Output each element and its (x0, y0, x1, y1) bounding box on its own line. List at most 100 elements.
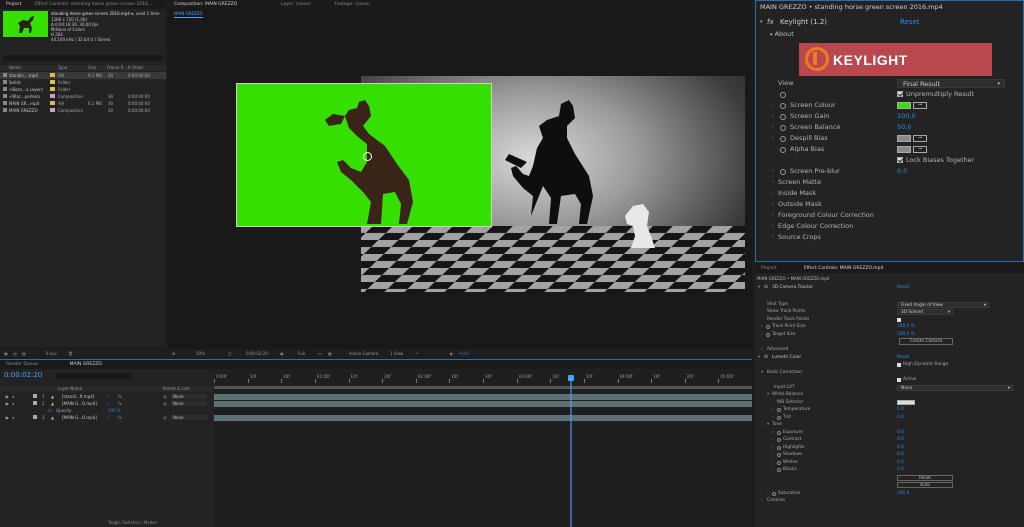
tone-0-row[interactable]: › Exposure 0,0 (755, 429, 1024, 437)
label-color-swatch[interactable] (50, 87, 55, 91)
stopwatch-icon[interactable] (777, 453, 781, 457)
project-item[interactable]: <Bezn...a Layers Folder (0, 86, 166, 93)
tone-row[interactable]: ▾ Tone (755, 421, 1024, 429)
fx-switch-icon[interactable]: fx (118, 393, 122, 400)
label-swatch[interactable] (33, 415, 37, 419)
parent-pickwhip-icon[interactable]: @ (163, 414, 167, 421)
color-swatch[interactable] (897, 135, 911, 142)
parent-pickwhip-icon[interactable]: @ (163, 400, 167, 407)
ec-row[interactable]: › Screen Colour ⊸ (756, 100, 1023, 111)
eye-icon[interactable]: ◉ (5, 393, 9, 400)
expand-arrow-icon[interactable]: › (772, 166, 774, 177)
ec-row-value[interactable]: 50,0 (897, 122, 911, 133)
ec-row[interactable]: › Screen Gain 100,0 (756, 111, 1023, 122)
expand-arrow-icon[interactable]: › (772, 133, 774, 144)
timeline-ruler[interactable]: 0:00f 10f 20f 01:00f 10f 20f 02:00f 10f 20f 03:00… (214, 374, 752, 384)
stopwatch-icon[interactable] (777, 408, 781, 412)
auto-button[interactable]: Auto (897, 481, 953, 488)
target-size-row[interactable]: › Target Size 100,0 % (755, 331, 1024, 339)
reset-button[interactable]: Reset (897, 474, 953, 481)
stopwatch-icon[interactable] (780, 169, 786, 175)
ec-row[interactable]: › Foreground Colour Correction (756, 210, 1023, 221)
ec2-value[interactable]: 100,0 % (897, 323, 915, 331)
shot-type-dropdown[interactable]: Fixed Angle of View ▾ (897, 301, 989, 308)
ec2-value[interactable]: 0,0 (897, 459, 904, 467)
label-swatch[interactable] (33, 394, 37, 398)
hdr-row[interactable]: High Dynamic Range (755, 361, 1024, 369)
switch-icon[interactable]: ⁄ (108, 414, 109, 421)
ec2-value[interactable]: 100,0 % (897, 331, 915, 339)
stopwatch-icon[interactable]: ◷ (48, 407, 52, 414)
transparency-grid-icon[interactable]: ▦ (328, 349, 332, 358)
col-frame-rate[interactable]: Frame R... (107, 65, 127, 71)
expand-arrow-icon[interactable]: › (761, 346, 763, 354)
wb-eyedropper-icon[interactable] (897, 399, 915, 405)
ec-row[interactable]: › Despill Bias ⊸ (756, 133, 1023, 144)
checkbox[interactable] (897, 91, 903, 97)
stopwatch-icon[interactable] (780, 147, 786, 153)
expand-arrow-icon[interactable]: › (761, 331, 763, 339)
stopwatch-icon[interactable] (777, 460, 781, 465)
stopwatch-icon[interactable] (777, 430, 781, 435)
timeline-timecode[interactable]: 0:00:02:20 (4, 371, 42, 380)
stopwatch-icon[interactable] (780, 103, 786, 109)
checkbox[interactable] (897, 363, 901, 367)
fast-preview-icon[interactable]: ⚡ (416, 349, 419, 358)
wb-selector-row[interactable]: WB Selector (755, 399, 1024, 407)
ec2-value[interactable]: 0,0 (897, 466, 904, 474)
eyedropper-icon[interactable]: ⊸ (913, 146, 927, 153)
project-search-input[interactable] (3, 55, 163, 61)
expand-arrow-icon[interactable]: › (772, 414, 774, 422)
expand-arrow-icon[interactable]: › (772, 429, 774, 437)
input-lut-dropdown[interactable]: None ▾ (897, 384, 1013, 391)
ec2-value[interactable]: Reset (897, 354, 909, 362)
zoom-dropdown[interactable]: 50% (196, 349, 205, 358)
col-layer-name[interactable]: Layer Name (58, 386, 82, 392)
tab-footage[interactable]: Footage: (none) (328, 0, 376, 9)
timeline-layer-row[interactable]: ◉ ◂ 3 ▲ [MAIN G...O.mp4] ⁄ fx @ None (0, 414, 213, 421)
project-item[interactable]: MAIN GREZZO Composition 30 0:00:00:00 (0, 107, 166, 114)
track-point-size-row[interactable]: › Track Point Size 100,0 % (755, 323, 1024, 331)
fx-icon[interactable]: fx (767, 17, 774, 28)
ec2-value[interactable]: High Dynamic Range (903, 361, 948, 369)
anchor-point-icon[interactable] (363, 152, 372, 161)
expand-arrow-icon[interactable]: › (772, 188, 774, 199)
ec2-value[interactable]: 0,0 (897, 429, 904, 437)
color-swatch[interactable] (897, 102, 911, 109)
work-area-bar[interactable] (214, 386, 752, 389)
ec-row-value[interactable]: 100,0 (897, 111, 916, 122)
tone-5-row[interactable]: › Blacks 0,0 (755, 466, 1024, 474)
render-track-points-row[interactable]: Render Track Points (755, 316, 1024, 324)
snapshot-icon[interactable]: ◫ (228, 349, 232, 358)
expand-arrow-icon[interactable]: › (772, 436, 774, 444)
stopwatch-icon[interactable] (766, 325, 770, 329)
checkbox[interactable] (897, 378, 901, 382)
col-parent-link[interactable]: Parent & Link (163, 386, 190, 392)
wb-row[interactable]: › Tint 0,0 (755, 414, 1024, 422)
ec2-value[interactable]: 0,0 (897, 406, 904, 414)
lumetri-header[interactable]: ▾ fx Lumetri Color Reset (755, 354, 1024, 362)
expand-arrow-icon[interactable]: ▾ (758, 284, 760, 292)
wb-row[interactable]: › Temperature 0,0 (755, 406, 1024, 414)
opacity-row[interactable]: ◷ Opacity 100 % (0, 407, 213, 414)
ec-row-value[interactable]: 0,0 (897, 166, 907, 177)
tab-project-2[interactable]: Project (755, 264, 782, 273)
expand-arrow-icon[interactable]: › (772, 199, 774, 210)
ec2-value[interactable]: 100,0 (897, 490, 909, 498)
eyedropper-icon[interactable]: ⊸ (913, 135, 927, 142)
expand-arrow-icon[interactable]: › (772, 177, 774, 188)
stopwatch-icon[interactable] (777, 445, 781, 450)
stopwatch-icon[interactable] (780, 92, 786, 98)
ec-row[interactable]: › Outside Mask (756, 199, 1023, 210)
saturation-row[interactable]: › Saturation 100,0 (755, 490, 1024, 498)
audio-icon[interactable]: ◂ (12, 414, 14, 421)
layer-bar-2[interactable] (214, 401, 752, 407)
green-screen-layer[interactable] (236, 83, 492, 227)
ec-row[interactable]: View Final Result ▾ (756, 78, 1023, 89)
stopwatch-icon[interactable] (766, 332, 770, 337)
parent-dropdown[interactable]: None (171, 415, 207, 420)
fx-switch-icon[interactable]: fx (118, 400, 122, 407)
layer-name[interactable]: [MAIN G...O.mp4] (62, 400, 97, 407)
about-row[interactable]: ▾ About (770, 29, 794, 40)
ec2-value[interactable]: 0,0 (897, 436, 904, 444)
